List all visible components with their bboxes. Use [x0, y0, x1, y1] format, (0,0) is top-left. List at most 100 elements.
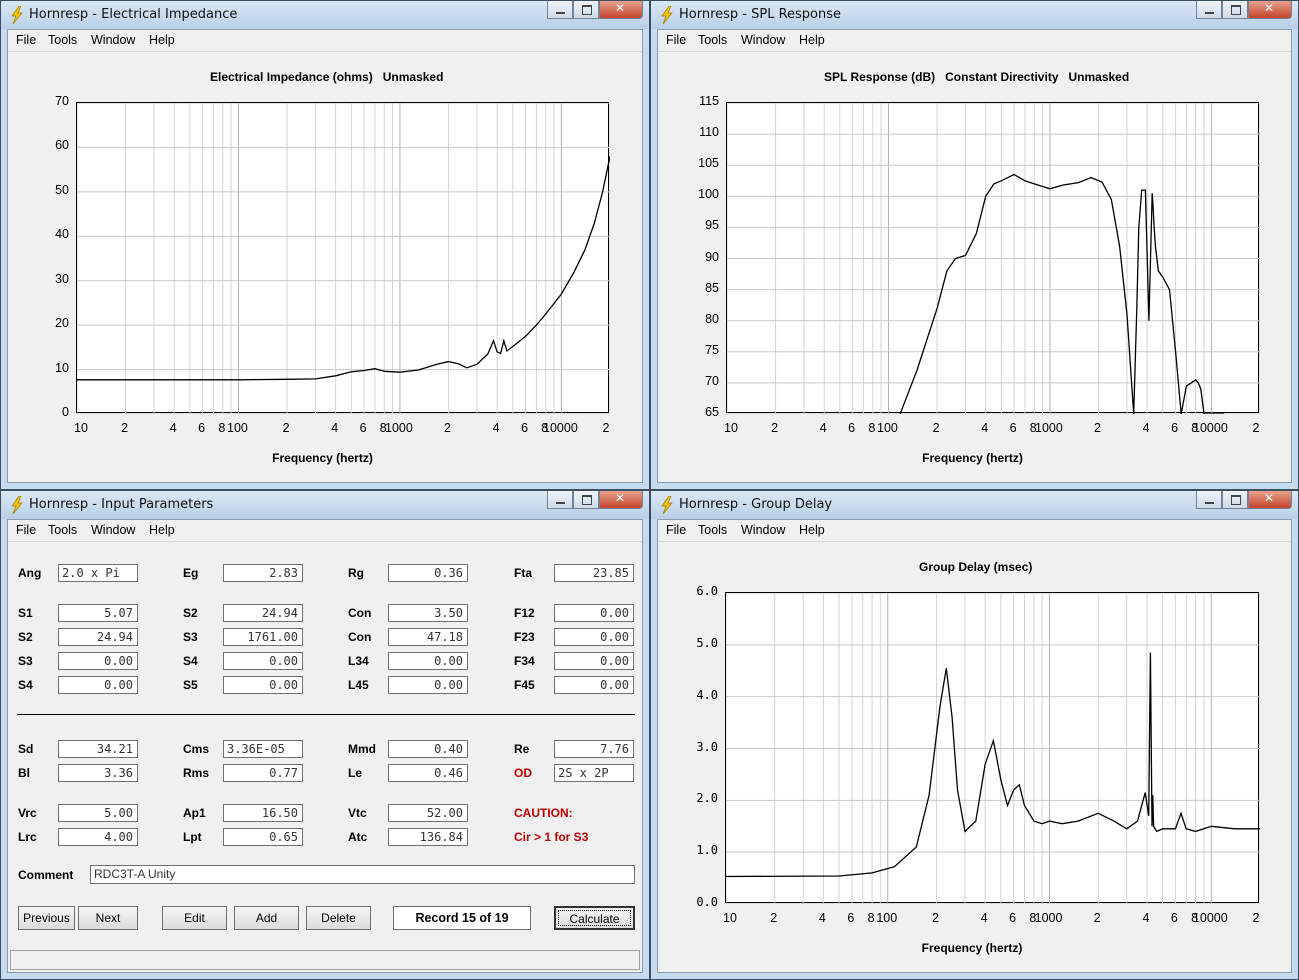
param-field-vtc[interactable]: 52.00 — [388, 804, 468, 822]
comment-field[interactable]: RDC3T-A Unity — [90, 865, 635, 884]
group-delay-titlebar[interactable]: Hornresp - Group Delay — [651, 491, 1298, 519]
param-field-con1[interactable]: 3.50 — [388, 604, 468, 622]
plot-area — [726, 102, 1260, 414]
param-field-vrc[interactable]: 5.00 — [58, 804, 138, 822]
param-field-cms[interactable]: 3.36E-05 — [223, 740, 303, 758]
y-tick-label: 0 — [62, 405, 69, 419]
param-field-lrc[interactable]: 4.00 — [58, 828, 138, 846]
minimize-button[interactable] — [547, 491, 573, 509]
add-button[interactable]: Add — [234, 906, 299, 930]
param-field-f12[interactable]: 0.00 — [554, 604, 634, 622]
y-tick-label: 6.0 — [696, 584, 718, 598]
impedance-titlebar[interactable]: Hornresp - Electrical Impedance — [1, 1, 649, 29]
menu-help[interactable]: Help — [149, 523, 175, 537]
param-field-s4b[interactable]: 0.00 — [58, 676, 138, 694]
maximize-button[interactable] — [573, 1, 599, 19]
param-label-le: Le — [348, 766, 363, 780]
param-field-rms[interactable]: 0.77 — [223, 764, 303, 782]
param-field-atc[interactable]: 136.84 — [388, 828, 468, 846]
menu-help[interactable]: Help — [799, 33, 825, 47]
x-tick-label: 6 — [198, 421, 206, 435]
calculate-button[interactable]: Calculate — [554, 906, 635, 930]
y-tick-label: 5.0 — [696, 635, 718, 650]
x-tick-label: 2 — [602, 421, 610, 435]
x-tick-label: 100 — [877, 421, 898, 435]
param-field-s2b[interactable]: 24.94 — [58, 628, 138, 646]
spl-plot-title: SPL Response (dB) Constant Directivity U… — [824, 70, 1130, 84]
param-field-f34[interactable]: 0.00 — [554, 652, 634, 670]
previous-button[interactable]: Previous — [18, 906, 75, 930]
param-field-s1[interactable]: 5.07 — [58, 604, 138, 622]
delete-button[interactable]: Delete — [306, 906, 371, 930]
x-tick-label: 1000 — [1034, 911, 1063, 925]
x-tick-label: 2 — [1252, 911, 1260, 925]
param-field-s3b[interactable]: 0.00 — [58, 652, 138, 670]
menu-window[interactable]: Window — [91, 523, 135, 537]
menu-tools[interactable]: Tools — [48, 33, 77, 47]
maximize-button[interactable] — [1222, 1, 1248, 19]
x-tick-label: 4 — [981, 421, 989, 435]
param-field-s2a[interactable]: 24.94 — [223, 604, 303, 622]
x-tick-label: 2 — [771, 421, 779, 435]
param-field-le[interactable]: 0.46 — [388, 764, 468, 782]
param-field-f23[interactable]: 0.00 — [554, 628, 634, 646]
menu-help[interactable]: Help — [149, 33, 175, 47]
param-field-l34[interactable]: 0.00 — [388, 652, 468, 670]
x-tick-label: 2 — [1094, 421, 1102, 435]
menu-file[interactable]: File — [16, 33, 36, 47]
menu-file[interactable]: File — [666, 523, 686, 537]
minimize-button[interactable] — [547, 1, 573, 19]
menu-tools[interactable]: Tools — [48, 523, 77, 537]
param-field-s4a[interactable]: 0.00 — [223, 652, 303, 670]
spl-menubar: File Tools Window Help — [658, 30, 1291, 52]
spl-titlebar[interactable]: Hornresp - SPL Response — [651, 1, 1298, 29]
close-button[interactable] — [599, 491, 643, 509]
param-field-od[interactable]: 2S x 2P — [554, 764, 634, 782]
next-button[interactable]: Next — [78, 906, 138, 930]
input-titlebar[interactable]: Hornresp - Input Parameters — [1, 491, 649, 519]
param-field-ang[interactable]: 2.0 x Pi — [58, 564, 138, 582]
param-field-rg[interactable]: 0.36 — [388, 564, 468, 582]
menu-window[interactable]: Window — [741, 33, 785, 47]
y-tick-label: 70 — [55, 94, 69, 108]
input-client: File Tools Window Help Ang 2.0 x Pi Eg 2.83… — [7, 519, 643, 973]
param-field-ap1[interactable]: 16.50 — [223, 804, 303, 822]
param-label-s4b: S4 — [18, 678, 33, 692]
param-label-con1: Con — [348, 606, 372, 620]
param-label-f34: F34 — [514, 654, 535, 668]
param-field-fta[interactable]: 23.85 — [554, 564, 634, 582]
param-field-mmd[interactable]: 0.40 — [388, 740, 468, 758]
param-field-s3a[interactable]: 1761.00 — [223, 628, 303, 646]
menu-tools[interactable]: Tools — [698, 33, 727, 47]
x-tick-label: 4 — [818, 911, 826, 925]
param-label-f23: F23 — [514, 630, 535, 644]
menu-tools[interactable]: Tools — [698, 523, 727, 537]
edit-button[interactable]: Edit — [162, 906, 227, 930]
param-label-atc: Atc — [348, 830, 368, 844]
param-field-sd[interactable]: 34.21 — [58, 740, 138, 758]
minimize-button[interactable] — [1196, 1, 1222, 19]
param-field-lpt[interactable]: 0.65 — [223, 828, 303, 846]
y-tick-label: 3.0 — [696, 739, 718, 754]
param-field-bl[interactable]: 3.36 — [58, 764, 138, 782]
minimize-button[interactable] — [1196, 491, 1222, 509]
param-field-s5[interactable]: 0.00 — [223, 676, 303, 694]
param-field-con2[interactable]: 47.18 — [388, 628, 468, 646]
param-field-f45[interactable]: 0.00 — [554, 676, 634, 694]
menu-window[interactable]: Window — [91, 33, 135, 47]
param-field-re[interactable]: 7.76 — [554, 740, 634, 758]
param-field-l45[interactable]: 0.00 — [388, 676, 468, 694]
maximize-button[interactable] — [1222, 491, 1248, 509]
param-label-vrc: Vrc — [18, 806, 37, 820]
x-tick-label: 8 — [868, 421, 876, 435]
close-button[interactable] — [1248, 491, 1292, 509]
menu-file[interactable]: File — [666, 33, 686, 47]
close-button[interactable] — [1248, 1, 1292, 19]
maximize-button[interactable] — [573, 491, 599, 509]
close-button[interactable] — [599, 1, 643, 19]
menu-help[interactable]: Help — [799, 523, 825, 537]
x-tick-label: 2 — [444, 421, 452, 435]
param-field-eg[interactable]: 2.83 — [223, 564, 303, 582]
menu-file[interactable]: File — [16, 523, 36, 537]
menu-window[interactable]: Window — [741, 523, 785, 537]
